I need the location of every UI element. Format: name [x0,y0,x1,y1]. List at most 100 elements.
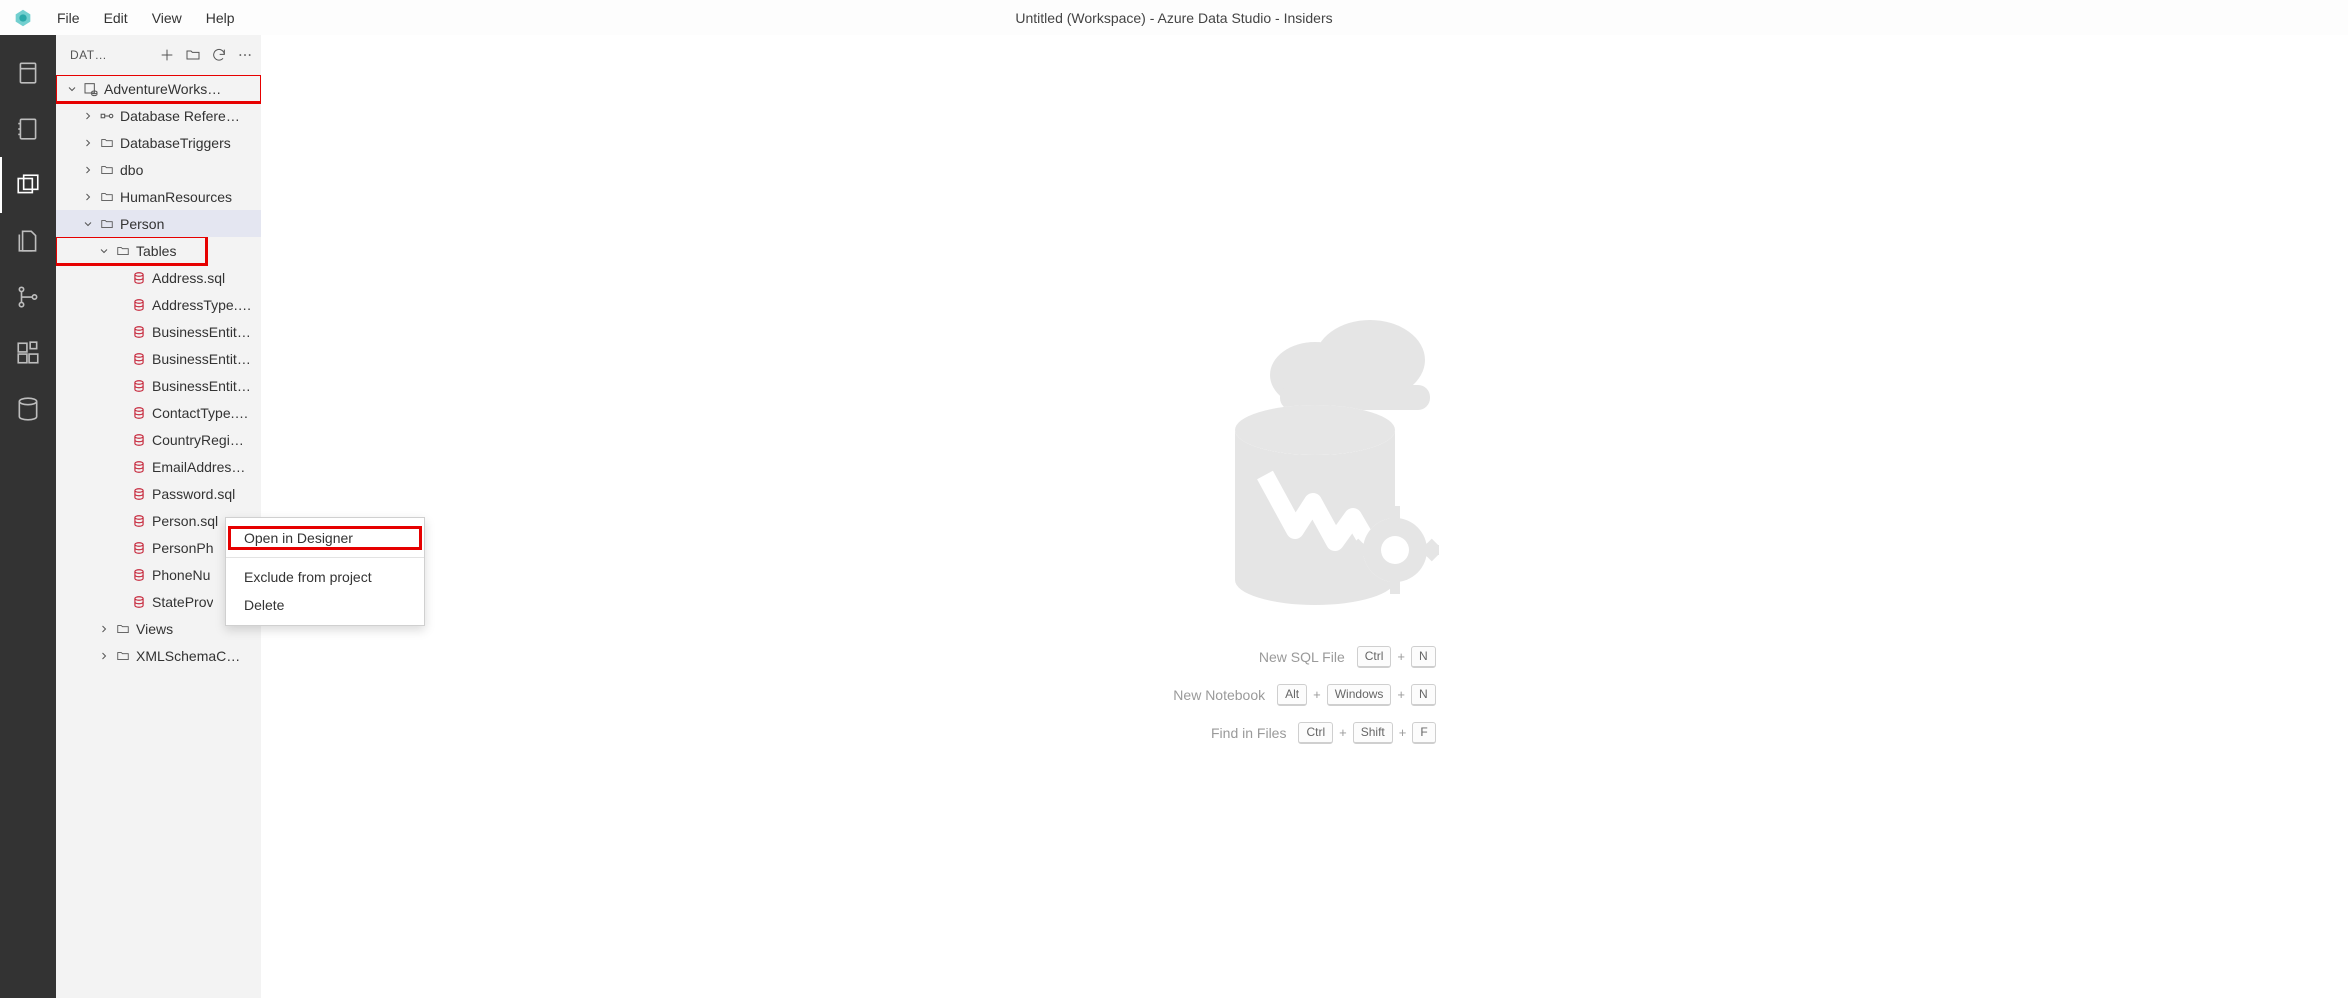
new-icon[interactable] [159,47,175,63]
tree-person[interactable]: Person [56,210,261,237]
reference-icon [99,108,115,124]
tree-table-businessentity2[interactable]: BusinessEntit… [56,345,261,372]
refresh-icon[interactable] [211,47,227,63]
key-n: N [1411,684,1436,706]
menu-file[interactable]: File [45,4,92,32]
tree-label: Views [136,621,173,637]
chevron-down-icon[interactable] [80,216,96,232]
activity-connections[interactable] [0,45,56,101]
shortcut-label: New Notebook [1173,687,1265,703]
tree-table-password[interactable]: Password.sql [56,480,261,507]
table-file-icon [131,540,147,556]
tree-label: XMLSchemaC… [136,648,240,664]
tree-label: StateProv [152,594,213,610]
open-folder-icon[interactable] [185,47,201,63]
tree-table-emailaddress[interactable]: EmailAddres… [56,453,261,480]
chevron-right-icon[interactable] [80,189,96,205]
table-file-icon [131,297,147,313]
key-f: F [1412,722,1435,744]
shortcut-new-notebook: New Notebook Alt + Windows + N [1173,684,1435,706]
tree-label: Person.sql [152,513,218,529]
welcome-logo [1140,290,1470,610]
titlebar: File Edit View Help Untitled (Workspace)… [0,0,2348,35]
tree-label: EmailAddres… [152,459,245,475]
tree-label: BusinessEntit… [152,351,251,367]
shortcut-label: Find in Files [1211,725,1286,741]
key-ctrl: Ctrl [1357,646,1392,668]
app-icon [0,7,45,29]
menu-help[interactable]: Help [194,4,247,32]
shortcut-new-sql: New SQL File Ctrl + N [1259,646,1436,668]
menu-view[interactable]: View [140,4,194,32]
tree-xmlschema[interactable]: XMLSchemaC… [56,642,261,669]
context-menu: Open in Designer Exclude from project De… [225,517,425,626]
chevron-right-icon[interactable] [80,108,96,124]
chevron-right-icon[interactable] [96,621,112,637]
chevron-right-icon[interactable] [80,135,96,151]
folder-icon [99,135,115,151]
folder-icon [115,243,131,259]
cm-separator [226,557,424,558]
more-icon[interactable] [237,47,253,63]
chevron-down-icon[interactable] [96,243,112,259]
tree-label: PersonPh [152,540,213,556]
activity-source-control[interactable] [0,269,56,325]
tree-label: ContactType.… [152,405,249,421]
tree-table-businessentity3[interactable]: BusinessEntit… [56,372,261,399]
table-file-icon [131,378,147,394]
tree-label: PhoneNu [152,567,210,583]
tree-label: DatabaseTriggers [120,135,231,151]
tree-table-address[interactable]: Address.sql [56,264,261,291]
cm-open-in-designer[interactable]: Open in Designer [226,524,424,552]
table-file-icon [131,567,147,583]
tree-table-countryregion[interactable]: CountryRegi… [56,426,261,453]
tree-label: dbo [120,162,143,178]
tree-table-addresstype[interactable]: AddressType.… [56,291,261,318]
activity-bar [0,35,56,998]
cm-exclude-from-project[interactable]: Exclude from project [226,563,424,591]
activity-explorer[interactable] [0,157,56,213]
editor-area: New SQL File Ctrl + N New Notebook Alt +… [261,35,2348,998]
menu-edit[interactable]: Edit [92,4,140,32]
chevron-right-icon[interactable] [80,162,96,178]
tree-table-contacttype[interactable]: ContactType.… [56,399,261,426]
activity-extensions[interactable] [0,325,56,381]
tree-human-resources[interactable]: HumanResources [56,183,261,210]
key-sequence: Ctrl + Shift + F [1298,722,1435,744]
shortcut-label: New SQL File [1259,649,1345,665]
cm-delete[interactable]: Delete [226,591,424,619]
key-sequence: Alt + Windows + N [1277,684,1436,706]
folder-icon [99,189,115,205]
tree-label: Database Refere… [120,108,240,124]
tree-db-triggers[interactable]: DatabaseTriggers [56,129,261,156]
chevron-right-icon[interactable] [96,648,112,664]
tree-label: HumanResources [120,189,232,205]
key-alt: Alt [1277,684,1307,706]
table-file-icon [131,270,147,286]
tree-label: Address.sql [152,270,225,286]
tree-label: Person [120,216,164,232]
tree-label: BusinessEntit… [152,378,251,394]
key-n: N [1411,646,1436,668]
tree-project-root[interactable]: AdventureWorks… [56,75,261,102]
table-file-icon [131,324,147,340]
sidebar-title: DAT… [64,48,151,62]
tree-table-businessentity1[interactable]: BusinessEntit… [56,318,261,345]
table-file-icon [131,594,147,610]
tree-tables[interactable]: Tables [56,237,206,264]
activity-database[interactable] [0,381,56,437]
activity-files[interactable] [0,213,56,269]
folder-icon [99,216,115,232]
table-file-icon [131,513,147,529]
tree-dbo[interactable]: dbo [56,156,261,183]
tree-db-references[interactable]: Database Refere… [56,102,261,129]
key-sequence: Ctrl + N [1357,646,1436,668]
tree-label: Password.sql [152,486,235,502]
activity-notebooks[interactable] [0,101,56,157]
folder-icon [115,648,131,664]
chevron-down-icon[interactable] [64,81,80,97]
window-title: Untitled (Workspace) - Azure Data Studio… [1015,10,1332,26]
folder-icon [99,162,115,178]
tree-label: BusinessEntit… [152,324,251,340]
folder-icon [115,621,131,637]
